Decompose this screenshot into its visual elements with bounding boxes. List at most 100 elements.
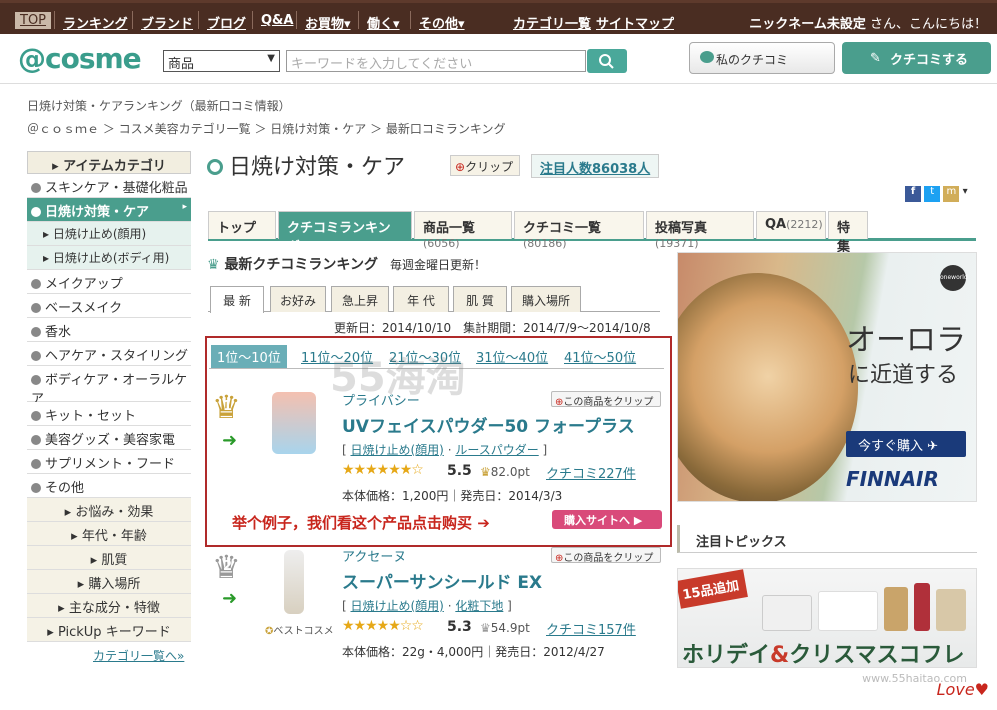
write-kuchikomi-button[interactable]: ✎ クチコミする xyxy=(842,42,991,74)
category-link[interactable]: 日焼け止め(顔用) xyxy=(351,443,444,457)
mixi-icon[interactable]: m xyxy=(943,186,960,202)
nav-shopping[interactable]: お買物▾ xyxy=(305,13,351,32)
search-category-value: 商品 xyxy=(168,57,195,72)
sidebar-item-sunscreen-face[interactable]: ▸ 日焼け止め(顔用) xyxy=(27,222,191,246)
product-name[interactable]: スーパーサンシールド EX xyxy=(342,568,542,593)
nav-qa[interactable]: Q&A xyxy=(261,13,293,28)
cosme-logo[interactable]: @cosme xyxy=(18,42,142,75)
sidebar-item-skin-type[interactable]: ▸ 肌質 xyxy=(27,546,191,570)
trend-arrow-icon: ➜ xyxy=(222,588,238,609)
nav-separator xyxy=(54,11,55,29)
sidebar-item-base-makeup[interactable]: ベースメイク xyxy=(27,294,191,318)
breadcrumb[interactable]: ＠ｃｏｓｍｅ ＞ コスメ美容カテゴリ一覧 ＞ 日焼け対策・ケア ＞ 最新口コミラ… xyxy=(27,120,506,137)
sidebar-item-concerns[interactable]: ▸ お悩み・効果 xyxy=(27,498,191,522)
sidebar-item-makeup[interactable]: メイクアップ xyxy=(27,270,191,294)
heart-icon: ♥ xyxy=(974,680,989,699)
ring-icon xyxy=(207,159,223,175)
greeting: ニックネーム未設定 さん、こんにちは！ xyxy=(749,13,987,32)
tab-kuchikomi-list[interactable]: クチコミ一覧(80186) xyxy=(514,211,644,250)
sidebar-item-ingredients[interactable]: ▸ 主な成分・特徴 xyxy=(27,594,191,618)
chevron-down-icon[interactable]: ▾ xyxy=(963,186,968,197)
sidebar-item-haircare[interactable]: ヘアケア・スタイリング xyxy=(27,342,191,366)
nav-sitemap[interactable]: サイトマップ xyxy=(596,13,674,32)
category-link[interactable]: 化粧下地 xyxy=(455,599,503,613)
sidebar-item-other[interactable]: その他 xyxy=(27,474,191,498)
nav-category-list[interactable]: カテゴリ一覧 xyxy=(513,13,591,32)
tab-qa[interactable]: QA(2212) xyxy=(756,211,826,239)
search-button[interactable] xyxy=(587,49,627,73)
topics-title: 注目トピックス xyxy=(696,535,787,550)
sidebar-item-beauty-goods[interactable]: 美容グッズ・美容家電 xyxy=(27,426,191,450)
tab-photos[interactable]: 投稿写真(19371) xyxy=(646,211,754,250)
product-clip-button[interactable]: ⊕この商品をクリップ xyxy=(551,391,661,408)
search-category-select[interactable]: 商品 ▼ xyxy=(163,50,280,72)
category-link[interactable]: ルースパウダー xyxy=(455,443,538,457)
sidebar-item-skincare[interactable]: スキンケア・基礎化粧品 xyxy=(27,174,191,198)
facebook-icon[interactable]: f xyxy=(905,186,921,202)
twitter-icon[interactable]: t xyxy=(924,186,941,202)
bullet-icon xyxy=(31,375,41,385)
product-image[interactable] xyxy=(272,392,316,454)
page-41-50[interactable]: 41位～50位 xyxy=(564,347,636,366)
tab-top[interactable]: トップ xyxy=(208,211,276,239)
product-categories: [ 日焼け止め(顔用) · 化粧下地 ] xyxy=(342,599,512,613)
my-kuchikomi-button[interactable]: 私のクチコミ xyxy=(689,42,835,74)
sidebar-item-fragrance[interactable]: 香水 xyxy=(27,318,191,342)
nav-work[interactable]: 働く▾ xyxy=(367,13,400,32)
sidebar-item-kit-set[interactable]: キット・セット xyxy=(27,402,191,426)
search-input[interactable]: キーワードを入力してください xyxy=(286,50,586,72)
subtab-favorite[interactable]: お好み xyxy=(270,286,326,312)
nav-other[interactable]: その他▾ xyxy=(419,13,465,32)
subtab-purchase-place[interactable]: 購入場所 xyxy=(511,286,581,312)
subtab-skin[interactable]: 肌 質 xyxy=(453,286,507,312)
product-image[interactable] xyxy=(284,550,304,614)
holiday-banner[interactable]: 15品追加 ホリデイ&クリスマスコフレ xyxy=(677,568,977,668)
tab-product-list[interactable]: 商品一覧(6056) xyxy=(414,211,512,250)
product-brand[interactable]: プライバシー xyxy=(342,390,420,409)
product-name[interactable]: UVフェイスパウダー50 フォープラス xyxy=(342,412,635,437)
user-nickname[interactable]: ニックネーム未設定 xyxy=(749,17,866,32)
subtab-trending[interactable]: 急上昇 xyxy=(331,286,389,312)
subtab-latest[interactable]: 最 新 xyxy=(210,286,264,313)
sidebar-item-purchase-place[interactable]: ▸ 購入場所 xyxy=(27,570,191,594)
nav-top[interactable]: TOP xyxy=(15,12,52,29)
topics-header: 注目トピックス xyxy=(677,525,977,553)
site-header: @cosme 商品 ▼ キーワードを入力してください 私のクチコミ ✎ クチコミ… xyxy=(0,34,997,84)
holiday-banner-title: ホリデイ&クリスマスコフレ xyxy=(682,643,965,668)
nav-blog[interactable]: ブログ xyxy=(207,13,246,32)
bullet-icon xyxy=(31,435,41,445)
category-list-link[interactable]: カテゴリ一覧へ» xyxy=(93,647,184,664)
clip-button[interactable]: ⊕クリップ xyxy=(450,155,520,176)
attention-count[interactable]: 注目人数86038人 xyxy=(531,154,660,178)
page-1-10[interactable]: 1位～10位 xyxy=(211,345,287,368)
sidebar-item-bodycare[interactable]: ボディケア・オーラルケア xyxy=(27,366,191,407)
sidebar-item-supplement[interactable]: サプリメント・フード xyxy=(27,450,191,474)
nav-ranking[interactable]: ランキング xyxy=(63,13,128,32)
sidebar-item-pickup-keyword[interactable]: ▸ PickUp キーワード xyxy=(27,618,191,642)
page-title: 日焼け対策・ケア xyxy=(207,149,405,181)
nav-separator xyxy=(296,11,297,29)
page-31-40[interactable]: 31位～40位 xyxy=(476,347,548,366)
gold-crown-icon: ♛ 1 xyxy=(212,388,241,426)
category-link[interactable]: 日焼け止め(顔用) xyxy=(351,599,444,613)
tab-kuchikomi-ranking[interactable]: クチコミランキング xyxy=(278,211,412,255)
nav-brand[interactable]: ブランド xyxy=(141,13,193,32)
buy-site-button[interactable]: 購入サイトへ ▶ xyxy=(552,510,662,529)
kuchikomi-count-link[interactable]: クチコミ227件 xyxy=(546,463,636,482)
bullet-icon xyxy=(31,303,41,313)
kuchikomi-count-link[interactable]: クチコミ157件 xyxy=(546,619,636,638)
bullet-icon xyxy=(31,207,41,217)
ad-buy-button[interactable]: 今すぐ購入 ✈ xyxy=(846,431,966,457)
sidebar-item-sun-care[interactable]: 日焼け対策・ケア ▸ xyxy=(27,198,191,222)
greeting-text: さん、こんにちは！ xyxy=(865,17,987,32)
sidebar-item-sunscreen-body[interactable]: ▸ 日焼け止め(ボディ用) xyxy=(27,246,191,270)
bullet-icon xyxy=(31,483,41,493)
product-brand[interactable]: アクセーヌ xyxy=(342,546,406,565)
subtab-age[interactable]: 年 代 xyxy=(393,286,449,312)
ad-photo xyxy=(678,273,858,501)
finnair-ad[interactable]: oneworld オーロラ に近道する 今すぐ購入 ✈ FINNAIR xyxy=(677,252,977,502)
tab-feature[interactable]: 特集 xyxy=(828,211,868,255)
product-clip-button[interactable]: ⊕この商品をクリップ xyxy=(551,547,661,564)
pencil-icon: ✎ xyxy=(870,51,881,66)
sidebar-item-age[interactable]: ▸ 年代・年齢 xyxy=(27,522,191,546)
